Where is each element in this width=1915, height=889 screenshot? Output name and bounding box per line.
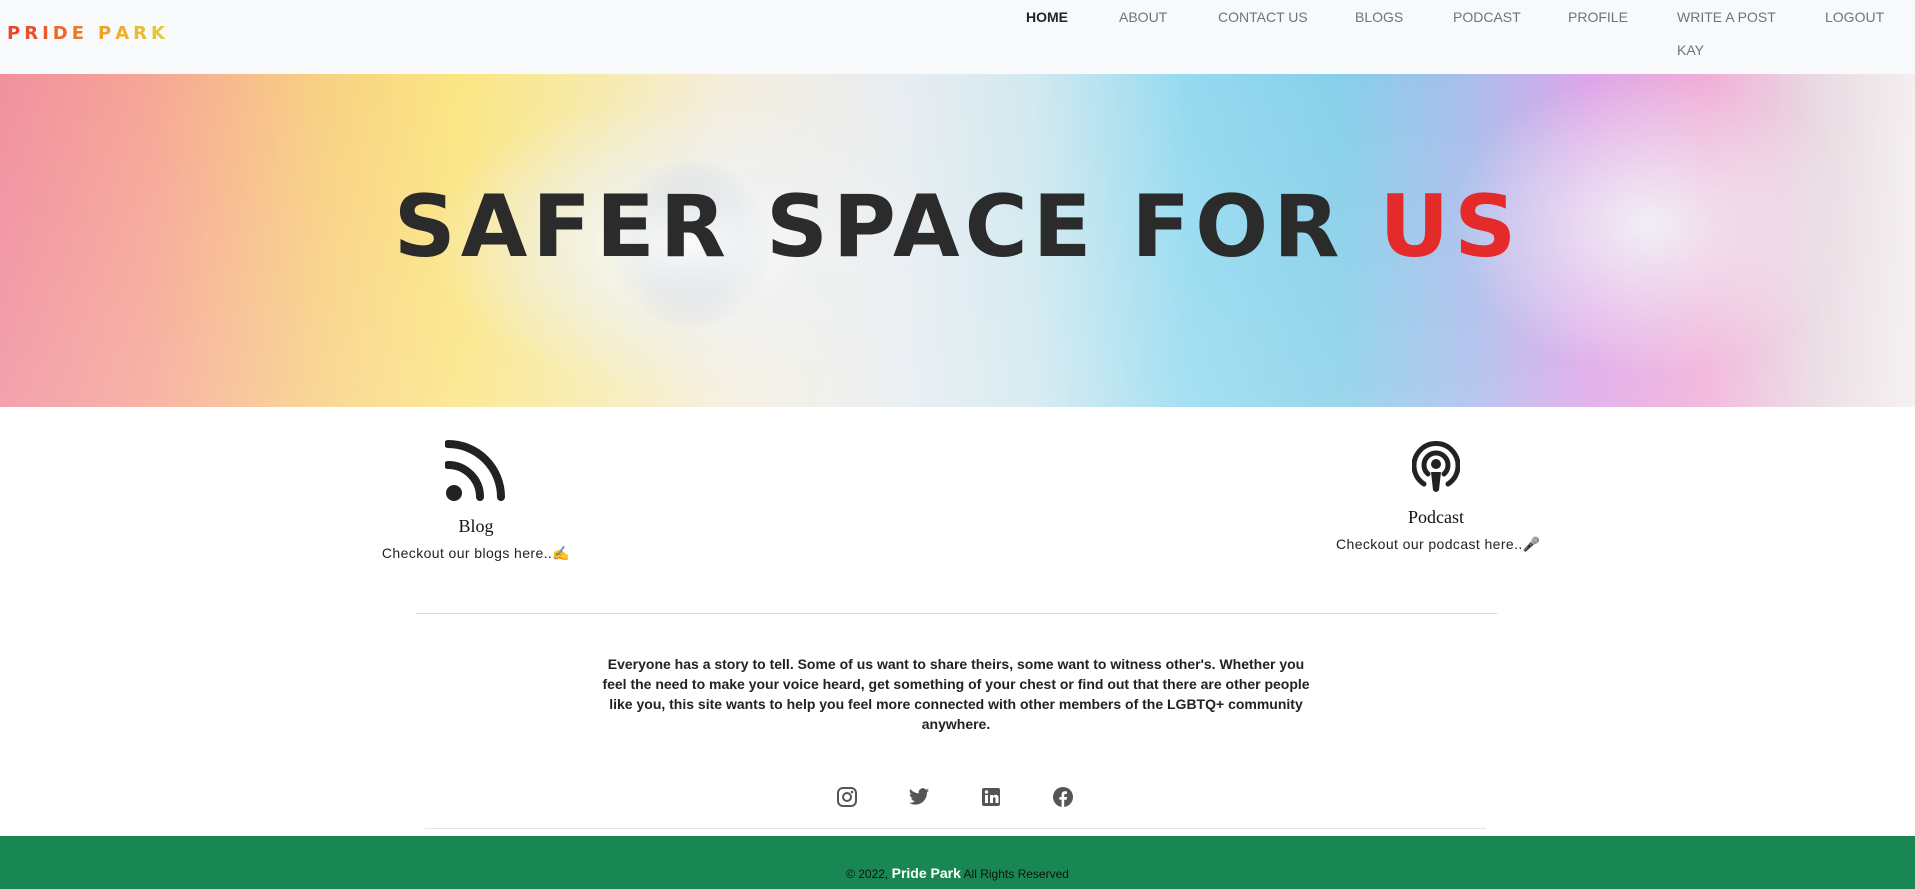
footer-suffix: All Rights Reserved bbox=[960, 867, 1069, 881]
footer: © 2022, Pride Park All Rights Reserved bbox=[0, 836, 1915, 889]
blog-title: Blog bbox=[458, 516, 494, 536]
about-text: Everyone has a story to tell. Some of us… bbox=[602, 656, 1310, 732]
nav-podcast[interactable]: PODCAST bbox=[1453, 9, 1521, 25]
navbar: PRIDE PARK HOME ABOUT CONTACT US BLOGS PO… bbox=[0, 0, 1915, 74]
blog-text: Checkout our blogs here.. bbox=[381, 545, 553, 561]
nav-home[interactable]: HOME bbox=[1026, 9, 1068, 25]
nav-blogs[interactable]: BLOGS bbox=[1355, 9, 1403, 25]
writing-hand-emoji: ✍️ bbox=[552, 545, 571, 561]
hero-title: SAFER SPACE FOR US bbox=[0, 184, 1915, 270]
nav-menu: HOME ABOUT CONTACT US BLOGS PODCAST PROF… bbox=[0, 0, 1915, 74]
footer-brand-link[interactable]: Pride Park bbox=[892, 865, 961, 881]
twitter-icon bbox=[908, 788, 930, 805]
linkedin-icon bbox=[982, 788, 1000, 806]
hero-banner: SAFER SPACE FOR US bbox=[0, 74, 1915, 407]
nav-contact-us[interactable]: CONTACT US bbox=[1218, 9, 1308, 25]
blog-feature[interactable]: Blog Checkout our blogs here..✍️ bbox=[376, 434, 576, 562]
podcast-title: Podcast bbox=[1408, 507, 1464, 527]
nav-username[interactable]: KAY bbox=[1677, 42, 1704, 58]
facebook-icon bbox=[1053, 787, 1073, 807]
twitter-link[interactable] bbox=[908, 786, 930, 808]
footer-copyright: © 2022, Pride Park All Rights Reserved bbox=[0, 865, 1915, 881]
nav-write-a-post[interactable]: WRITE A POST bbox=[1677, 9, 1776, 25]
linkedin-link[interactable] bbox=[980, 786, 1002, 808]
facebook-link[interactable] bbox=[1052, 786, 1074, 808]
podcast-feature[interactable]: Podcast Checkout our podcast here..🎤 bbox=[1336, 440, 1540, 553]
section-divider bbox=[416, 613, 1497, 614]
instagram-icon bbox=[837, 787, 857, 807]
footer-divider bbox=[425, 828, 1486, 829]
microphone-emoji: 🎤 bbox=[1522, 536, 1541, 552]
nav-profile[interactable]: PROFILE bbox=[1568, 9, 1628, 25]
podcast-description: Checkout our podcast here..🎤 bbox=[1336, 536, 1540, 553]
blog-description: Checkout our blogs here..✍️ bbox=[376, 545, 576, 562]
hero-title-accent: US bbox=[1379, 177, 1522, 277]
hero-title-main: SAFER SPACE FOR bbox=[393, 177, 1380, 277]
podcast-icon bbox=[1412, 441, 1460, 492]
nav-about[interactable]: ABOUT bbox=[1119, 9, 1167, 25]
instagram-link[interactable] bbox=[836, 786, 858, 808]
nav-logout[interactable]: LOGOUT bbox=[1825, 9, 1884, 25]
podcast-text: Checkout our podcast here.. bbox=[1336, 536, 1523, 552]
rss-icon bbox=[445, 440, 505, 501]
footer-prefix: © 2022, bbox=[846, 867, 892, 881]
